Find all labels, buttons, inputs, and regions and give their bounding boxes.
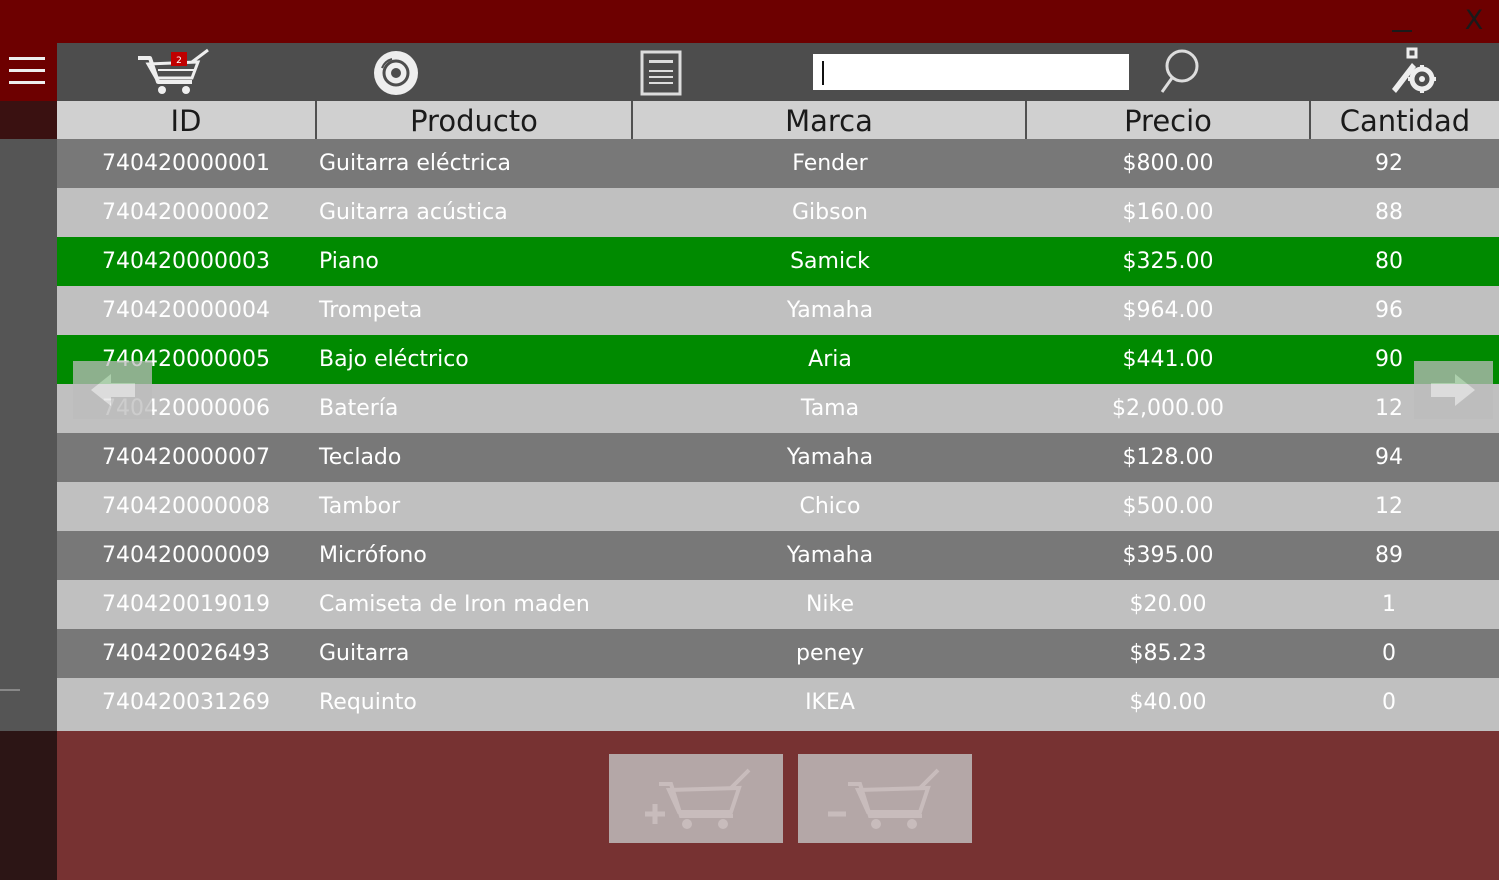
column-header-producto[interactable]: Producto [317,101,633,139]
cart-badge: 2 [176,56,182,66]
settings-icon[interactable] [1386,45,1438,97]
cell-marca: Tama [800,396,860,421]
table-header: ID Producto Marca Precio Cantidad [57,101,1499,139]
cell-precio: $325.00 [1122,249,1214,274]
cell-producto: Guitarra [319,641,410,666]
cell-marca: IKEA [805,690,855,715]
cell-cantidad: 0 [1382,641,1396,666]
cell-id: 740420019019 [102,592,270,617]
shopping-cart-icon[interactable]: 2 [136,48,210,96]
cell-cantidad: 12 [1375,494,1403,519]
cell-cantidad: 88 [1375,200,1403,225]
cell-id: 740420026493 [102,641,270,666]
sidebar-scroll-panel [0,139,57,731]
cell-cantidad: 92 [1375,151,1403,176]
cell-id: 740420000004 [102,298,270,323]
remove-from-cart-button[interactable] [798,754,972,843]
title-bar [0,0,1499,43]
cell-id: 740420031269 [102,690,270,715]
table-row[interactable]: 740420000001 Guitarra eléctrica Fender $… [57,139,1499,188]
menu-icon[interactable] [9,57,45,87]
table-row[interactable]: 740420000007 Teclado Yamaha $128.00 94 [57,433,1499,482]
cell-cantidad: 89 [1375,543,1403,568]
minimize-button[interactable] [1392,30,1412,32]
cell-producto: Tambor [319,494,401,519]
cart-minus-icon [848,768,940,818]
column-header-precio[interactable]: Precio [1027,101,1311,139]
cell-marca: Yamaha [786,543,874,568]
cell-cantidad: 80 [1375,249,1403,274]
text-cursor [822,61,824,85]
disc-icon[interactable] [372,48,422,96]
column-header-id[interactable]: ID [57,101,317,139]
cell-cantidad: 94 [1375,445,1403,470]
cell-producto: Teclado [319,445,402,470]
table-body: 740420000001 Guitarra eléctrica Fender $… [57,139,1499,731]
cell-marca: Gibson [792,200,868,225]
cell-precio: $20.00 [1129,592,1207,617]
table-row[interactable]: 740420000009 Micrófono Yamaha $395.00 89 [57,531,1499,580]
cell-marca: Chico [799,494,861,519]
cell-producto: Requinto [319,690,417,715]
cell-producto: Camiseta de Iron maden [319,592,590,617]
cell-marca: peney [796,641,864,666]
cell-marca: Samick [790,249,870,274]
cell-precio: $800.00 [1122,151,1214,176]
cell-producto: Piano [319,249,379,274]
calculator-icon[interactable] [640,50,682,96]
cell-precio: $964.00 [1122,298,1214,323]
column-header-cantidad[interactable]: Cantidad [1311,101,1499,139]
table-row[interactable]: 740420026493 Guitarra peney $85.23 0 [57,629,1499,678]
cart-plus-icon [659,768,751,818]
cell-marca: Aria [808,347,852,372]
cell-marca: Fender [792,151,868,176]
table-row[interactable]: 740420019019 Camiseta de Iron maden Nike… [57,580,1499,629]
cell-id: 740420000009 [102,543,270,568]
cell-precio: $40.00 [1129,690,1207,715]
toolbar [57,43,1499,101]
search-input[interactable] [813,54,1129,90]
cell-precio: $441.00 [1122,347,1214,372]
table-row[interactable]: 740420031269 Requinto IKEA $40.00 0 [57,678,1499,727]
cell-id: 740420000008 [102,494,270,519]
cell-producto: Guitarra acústica [319,200,508,225]
sidebar-marker [0,689,20,691]
cell-producto: Bajo eléctrico [319,347,469,372]
cell-id: 740420000007 [102,445,270,470]
sidebar-header-strip [0,101,57,139]
cell-precio: $395.00 [1122,543,1214,568]
cell-marca: Yamaha [786,445,874,470]
cell-precio: $160.00 [1122,200,1214,225]
cell-precio: $128.00 [1122,445,1214,470]
cell-id: 740420000002 [102,200,270,225]
cell-cantidad: 1 [1382,592,1396,617]
table-row[interactable]: 740420000004 Trompeta Yamaha $964.00 96 [57,286,1499,335]
table-row[interactable]: 740420000006 Batería Tama $2,000.00 12 [57,384,1499,433]
search-icon[interactable] [1156,48,1202,96]
cell-id: 740420000001 [102,151,270,176]
cell-marca: Yamaha [786,298,874,323]
next-page-arrow-icon[interactable] [1414,361,1493,419]
close-button[interactable]: X [1461,4,1487,38]
cell-producto: Batería [319,396,399,421]
cell-producto: Micrófono [319,543,427,568]
table-row[interactable]: 740420000005 Bajo eléctrico Aria $441.00… [57,335,1499,384]
sidebar-bottom [0,731,57,880]
cell-precio: $85.23 [1129,641,1207,666]
cell-id: 740420000003 [102,249,270,274]
add-to-cart-button[interactable] [609,754,783,843]
cell-precio: $500.00 [1122,494,1214,519]
table-row[interactable]: 740420000002 Guitarra acústica Gibson $1… [57,188,1499,237]
cell-cantidad: 96 [1375,298,1403,323]
table-row[interactable]: 740420000008 Tambor Chico $500.00 12 [57,482,1499,531]
column-header-marca[interactable]: Marca [633,101,1027,139]
cell-cantidad: 0 [1382,690,1396,715]
cell-producto: Guitarra eléctrica [319,151,512,176]
previous-page-arrow-icon[interactable] [73,361,152,419]
cell-producto: Trompeta [319,298,423,323]
cell-marca: Nike [805,592,855,617]
table-row[interactable]: 740420000003 Piano Samick $325.00 80 [57,237,1499,286]
cell-precio: $2,000.00 [1112,396,1224,421]
